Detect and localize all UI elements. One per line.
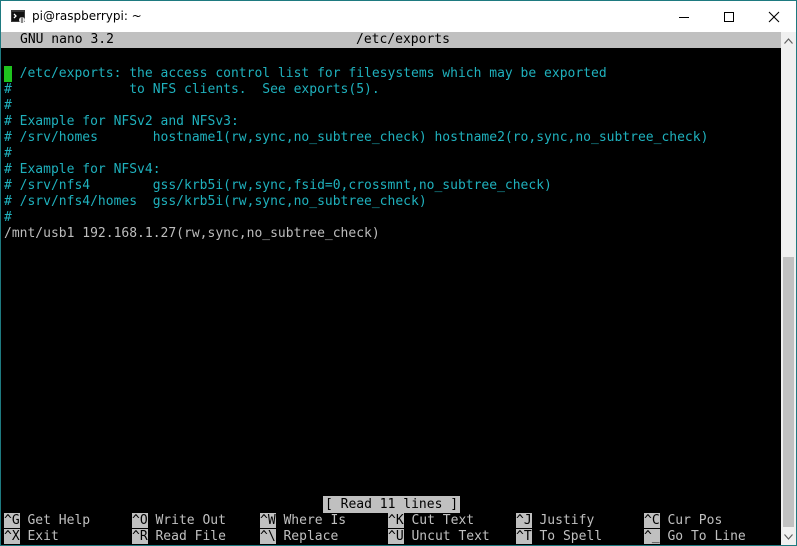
- scrollbar-thumb[interactable]: [783, 257, 794, 527]
- shortcut-label: Go To Line: [667, 529, 746, 544]
- shortcut-key: ^U: [388, 529, 404, 544]
- nano-version: GNU nano 3.2: [20, 32, 114, 47]
- shortcut-label: Cut Text: [411, 513, 475, 528]
- shortcut-item: ^K Cut Text: [388, 513, 474, 529]
- shortcut-label: To Spell: [539, 529, 603, 544]
- shortcut-key: ^K: [388, 513, 404, 528]
- buffer-line[interactable]: #: [4, 210, 12, 226]
- buffer-line[interactable]: # /srv/nfs4 gss/krb5i(rw,sync,fsid=0,cro…: [4, 178, 552, 194]
- chevron-down-icon: [784, 533, 793, 540]
- buffer-line[interactable]: # Example for NFSv4:: [4, 162, 161, 178]
- shortcut-item: ^O Write Out: [132, 513, 226, 529]
- title-bar[interactable]: pi@raspberrypi: ~: [1, 1, 796, 32]
- status-message: [ Read 11 lines ]: [323, 496, 461, 513]
- maximize-button[interactable]: [706, 1, 751, 32]
- maximize-icon: [723, 11, 734, 22]
- shortcut-item: ^J Justify: [516, 513, 594, 529]
- shortcut-item: ^G Get Help: [4, 513, 90, 529]
- shortcut-label: Exit: [27, 529, 59, 544]
- shortcut-item: ^R Read File: [132, 529, 226, 545]
- buffer-line[interactable]: # to NFS clients. See exports(5).: [4, 82, 380, 98]
- shortcut-item: ^X Exit: [4, 529, 59, 545]
- shortcut-label: Uncut Text: [411, 529, 490, 544]
- window-title: pi@raspberrypi: ~: [32, 9, 142, 23]
- shortcut-key: ^C: [644, 513, 660, 528]
- shortcut-key: ^G: [4, 513, 20, 528]
- shortcut-item: ^T To Spell: [516, 529, 602, 545]
- buffer-line[interactable]: # /srv/homes hostname1(rw,sync,no_subtre…: [4, 130, 708, 146]
- shortcut-key: ^R: [132, 529, 148, 544]
- buffer-line[interactable]: # /srv/nfs4/homes gss/krb5i(rw,sync,no_s…: [4, 194, 427, 210]
- terminal-icon: [11, 10, 25, 23]
- nano-filename: /etc/exports: [356, 32, 450, 47]
- shortcut-label: Justify: [539, 513, 595, 528]
- shortcut-label: Cur Pos: [667, 513, 723, 528]
- shortcut-item: ^C Cur Pos: [644, 513, 722, 529]
- shortcut-key: ^O: [132, 513, 148, 528]
- buffer-line[interactable]: # Example for NFSv2 and NFSv3:: [4, 114, 239, 130]
- shortcut-item: ^_ Go To Line: [644, 529, 746, 545]
- terminal-window: pi@raspberrypi: ~ GNU nano 3.2 /etc/expo…: [0, 0, 797, 546]
- shortcut-key: ^T: [516, 529, 532, 544]
- text-cursor: [4, 66, 12, 82]
- shortcut-label: Get Help: [27, 513, 91, 528]
- shortcut-key: ^\: [260, 529, 276, 544]
- close-icon: [768, 11, 779, 22]
- scroll-down-button[interactable]: [781, 528, 796, 545]
- shortcut-key: ^X: [4, 529, 20, 544]
- terminal-area[interactable]: GNU nano 3.2 /etc/exports # /etc/exports…: [1, 32, 781, 545]
- buffer-line[interactable]: #: [4, 146, 12, 162]
- vertical-scrollbar[interactable]: [781, 32, 796, 545]
- nano-header: GNU nano 3.2 /etc/exports: [1, 32, 781, 48]
- shortcut-label: Replace: [283, 529, 339, 544]
- shortcut-key: ^_: [644, 529, 660, 544]
- shortcut-label: Write Out: [155, 513, 226, 528]
- buffer-line[interactable]: /mnt/usb1 192.168.1.27(rw,sync,no_subtre…: [4, 226, 380, 242]
- buffer-line[interactable]: # /etc/exports: the access control list …: [4, 66, 607, 82]
- chevron-up-icon: [784, 37, 793, 44]
- minimize-button[interactable]: [661, 1, 706, 32]
- shortcut-key: ^J: [516, 513, 532, 528]
- shortcut-key: ^W: [260, 513, 276, 528]
- shortcut-item: ^U Uncut Text: [388, 529, 490, 545]
- shortcut-item: ^\ Replace: [260, 529, 338, 545]
- close-button[interactable]: [751, 1, 796, 32]
- buffer-line[interactable]: #: [4, 98, 12, 114]
- shortcut-item: ^W Where Is: [260, 513, 346, 529]
- shortcut-label: Read File: [155, 529, 226, 544]
- minimize-icon: [678, 16, 689, 18]
- scroll-up-button[interactable]: [781, 32, 796, 49]
- shortcut-label: Where Is: [283, 513, 347, 528]
